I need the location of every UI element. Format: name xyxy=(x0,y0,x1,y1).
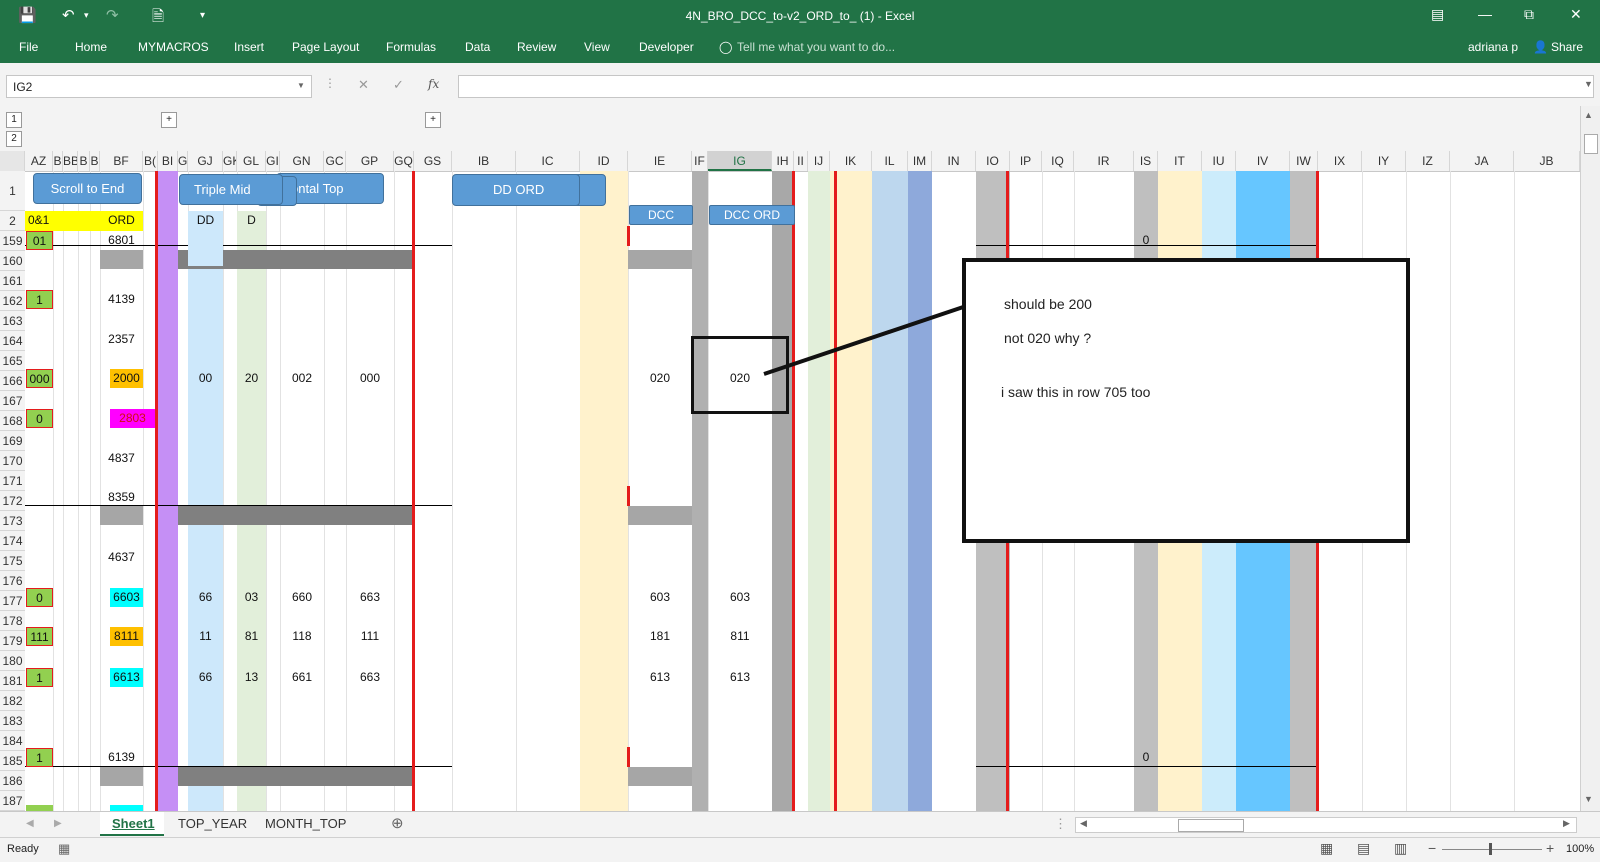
h-scroll-thumb[interactable] xyxy=(1178,819,1244,832)
horizontal-scrollbar[interactable]: ◀ ▶ xyxy=(1075,817,1577,833)
tab-split-handle-icon[interactable]: ⋮ xyxy=(1054,816,1067,832)
scroll-left-icon[interactable]: ◀ xyxy=(1080,818,1087,829)
sheet-tab-top-year[interactable]: TOP_YEAR xyxy=(178,816,247,831)
sheet-tab-month-top[interactable]: MONTH_TOP xyxy=(265,816,346,831)
zoom-level[interactable]: 100% xyxy=(1566,843,1594,855)
prev-sheet-icon[interactable]: ◀ xyxy=(26,818,34,829)
page-break-view-icon[interactable]: ▥ xyxy=(1394,840,1407,857)
callout-text-line3: i saw this in row 705 too xyxy=(1001,384,1151,400)
macro-record-icon[interactable]: ▦ xyxy=(58,841,70,857)
sheet-tab-active[interactable]: Sheet1 xyxy=(100,812,164,836)
status-bar: Ready ▦ ▦ ▤ ▥ − + 100% xyxy=(0,837,1600,862)
callout-box: should be 200 not 020 why ? i saw this i… xyxy=(962,258,1410,543)
sheet-tabs-bar: ◀ ▶ Sheet1 TOP_YEAR MONTH_TOP ⊕ ⋮ ◀ ▶ xyxy=(0,811,1600,838)
callout-text-line2: not 020 why ? xyxy=(1004,330,1092,346)
zoom-out-icon[interactable]: − xyxy=(1428,840,1436,856)
vertical-scrollbar[interactable]: ▲ ▼ xyxy=(1580,106,1600,811)
scroll-thumb[interactable] xyxy=(1584,134,1598,154)
scroll-right-icon[interactable]: ▶ xyxy=(1563,818,1570,829)
zoom-slider[interactable] xyxy=(1442,849,1542,850)
scroll-up-icon[interactable]: ▲ xyxy=(1584,110,1593,120)
next-sheet-icon[interactable]: ▶ xyxy=(54,818,62,829)
zoom-slider-thumb[interactable] xyxy=(1489,843,1492,855)
status-ready: Ready xyxy=(7,843,39,855)
sheet-tab-label: Sheet1 xyxy=(112,816,155,831)
callout-text-line1: should be 200 xyxy=(1004,296,1092,312)
zoom-in-icon[interactable]: + xyxy=(1546,840,1554,856)
normal-view-icon[interactable]: ▦ xyxy=(1320,840,1333,857)
add-sheet-icon[interactable]: ⊕ xyxy=(391,814,404,832)
page-layout-view-icon[interactable]: ▤ xyxy=(1357,840,1370,857)
scroll-down-icon[interactable]: ▼ xyxy=(1584,794,1593,804)
